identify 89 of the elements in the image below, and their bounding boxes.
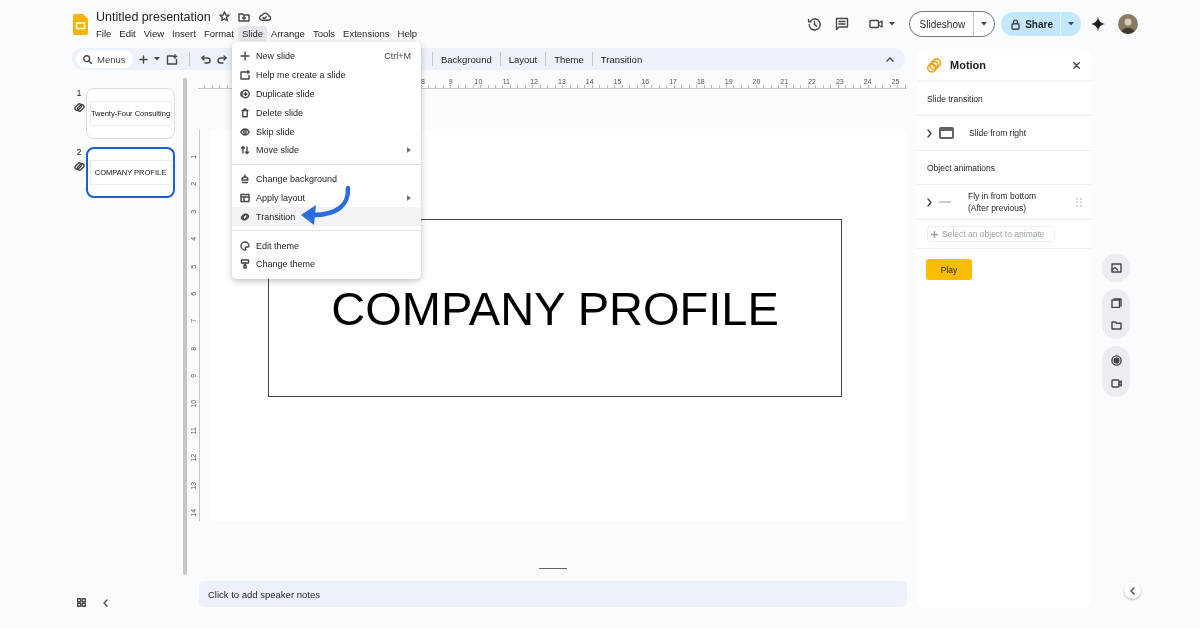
- chevron-left-icon[interactable]: [103, 598, 108, 607]
- menu-item[interactable]: Delete slide: [232, 103, 421, 123]
- lock-icon: [1011, 18, 1021, 30]
- menu-item[interactable]: Tools: [308, 25, 340, 41]
- redo-icon[interactable]: [217, 54, 227, 64]
- comment-icon[interactable]: [834, 17, 849, 31]
- section-heading: Slide transition: [917, 82, 1092, 116]
- collapse-icon[interactable]: [886, 56, 894, 62]
- move-arrows-icon: [240, 145, 250, 156]
- speaker-notes-field[interactable]: Click to add speaker notes: [199, 581, 907, 607]
- image-copy-icon[interactable]: [1110, 298, 1122, 308]
- transition-effect[interactable]: Slide from right: [969, 128, 1027, 138]
- caret-icon[interactable]: [888, 22, 895, 26]
- menu-item[interactable]: Insert: [168, 25, 200, 41]
- plus-icon: [931, 230, 938, 238]
- collapse-sidebar-button[interactable]: [1124, 582, 1141, 599]
- menu-item[interactable]: Help: [393, 25, 422, 41]
- new-slide-icon[interactable]: [166, 53, 178, 65]
- history-icon[interactable]: [806, 16, 822, 32]
- resize-handle[interactable]: [539, 568, 567, 569]
- link-icon: [73, 161, 85, 172]
- trash-icon: [240, 107, 250, 118]
- drag-handle-icon[interactable]: [1076, 197, 1082, 207]
- palette-icon: [240, 240, 250, 251]
- menu-item[interactable]: Duplicate slide: [232, 84, 421, 104]
- grid-view-icon[interactable]: [77, 598, 86, 607]
- paint-bucket-icon: [240, 174, 250, 185]
- folder-icon[interactable]: [237, 11, 250, 22]
- play-button[interactable]: Play: [926, 259, 972, 280]
- scrollbar[interactable]: [183, 78, 187, 575]
- link-icon: [73, 102, 85, 113]
- chevron-left-icon: [1130, 586, 1135, 595]
- menu-item[interactable]: Help me create a slide: [232, 65, 421, 85]
- record-icon[interactable]: [1110, 355, 1122, 366]
- menu-item[interactable]: New slide Ctrl+M: [232, 47, 421, 66]
- menu-item[interactable]: Format: [199, 25, 238, 41]
- toolbar-button[interactable]: Background: [438, 51, 495, 67]
- cloud-icon[interactable]: [257, 12, 271, 21]
- toolbar-button[interactable]: Transition: [597, 51, 646, 67]
- panel-title: Motion: [950, 59, 988, 71]
- menu-item[interactable]: Apply layout: [232, 188, 421, 208]
- video-camera-icon[interactable]: [868, 19, 883, 29]
- motion-icon: [927, 57, 942, 73]
- plus-icon: [240, 51, 250, 62]
- toolbar-button[interactable]: Layout: [505, 51, 541, 67]
- star-icon[interactable]: [218, 11, 230, 22]
- shortcut-text: Ctrl+M: [384, 51, 411, 62]
- animation-item[interactable]: Fly in from bottom (After previous): [968, 190, 1069, 214]
- menu-item[interactable]: Transition: [232, 207, 421, 227]
- slide-number: 1: [76, 88, 82, 98]
- dash-icon: [939, 201, 951, 203]
- caret-icon[interactable]: [981, 22, 988, 26]
- submenu-arrow-icon: [407, 147, 411, 154]
- menu-item[interactable]: Change background: [232, 169, 421, 189]
- menu-item[interactable]: Move slide: [232, 141, 421, 160]
- menu-item[interactable]: View: [139, 25, 169, 41]
- eye-icon: [240, 126, 250, 137]
- transition-icon: [240, 211, 250, 222]
- submenu-arrow-icon: [407, 194, 411, 201]
- search-icon: [83, 55, 92, 64]
- section-heading: Object animations: [917, 151, 1092, 185]
- search-field[interactable]: Menus: [76, 50, 133, 68]
- avatar[interactable]: [1118, 14, 1138, 34]
- toolbar-button[interactable]: Theme: [551, 51, 587, 67]
- close-icon[interactable]: [1073, 61, 1080, 69]
- menu-item[interactable]: Slide: [237, 25, 268, 41]
- layout-icon: [240, 192, 250, 203]
- slide-icon: [939, 127, 954, 139]
- menu-item[interactable]: Extensions: [339, 25, 394, 41]
- caret-icon[interactable]: [154, 57, 160, 61]
- new-slide-icon: [240, 70, 250, 81]
- menu-item[interactable]: Arrange: [267, 25, 309, 41]
- slide-title: COMPANY PROFILE: [331, 280, 779, 336]
- caret-icon[interactable]: [1068, 22, 1074, 26]
- paint-roller-icon: [240, 259, 250, 270]
- plus-icon[interactable]: [139, 54, 148, 64]
- expand-chevron-icon[interactable]: [927, 128, 932, 138]
- undo-icon[interactable]: [201, 54, 211, 64]
- menu-item[interactable]: Edit: [115, 25, 140, 41]
- sparkle-icon[interactable]: [1091, 17, 1105, 31]
- image-add-icon[interactable]: [1110, 263, 1122, 273]
- video-record-icon[interactable]: [1110, 379, 1122, 388]
- document-title[interactable]: Untitled presentation: [96, 9, 211, 24]
- slide-number: 2: [76, 147, 82, 157]
- menu-item[interactable]: Skip slide: [232, 122, 421, 141]
- expand-chevron-icon[interactable]: [927, 197, 932, 207]
- folder-icon[interactable]: [1110, 321, 1122, 330]
- menu-item[interactable]: File: [92, 25, 116, 41]
- duplicate-icon: [240, 89, 250, 99]
